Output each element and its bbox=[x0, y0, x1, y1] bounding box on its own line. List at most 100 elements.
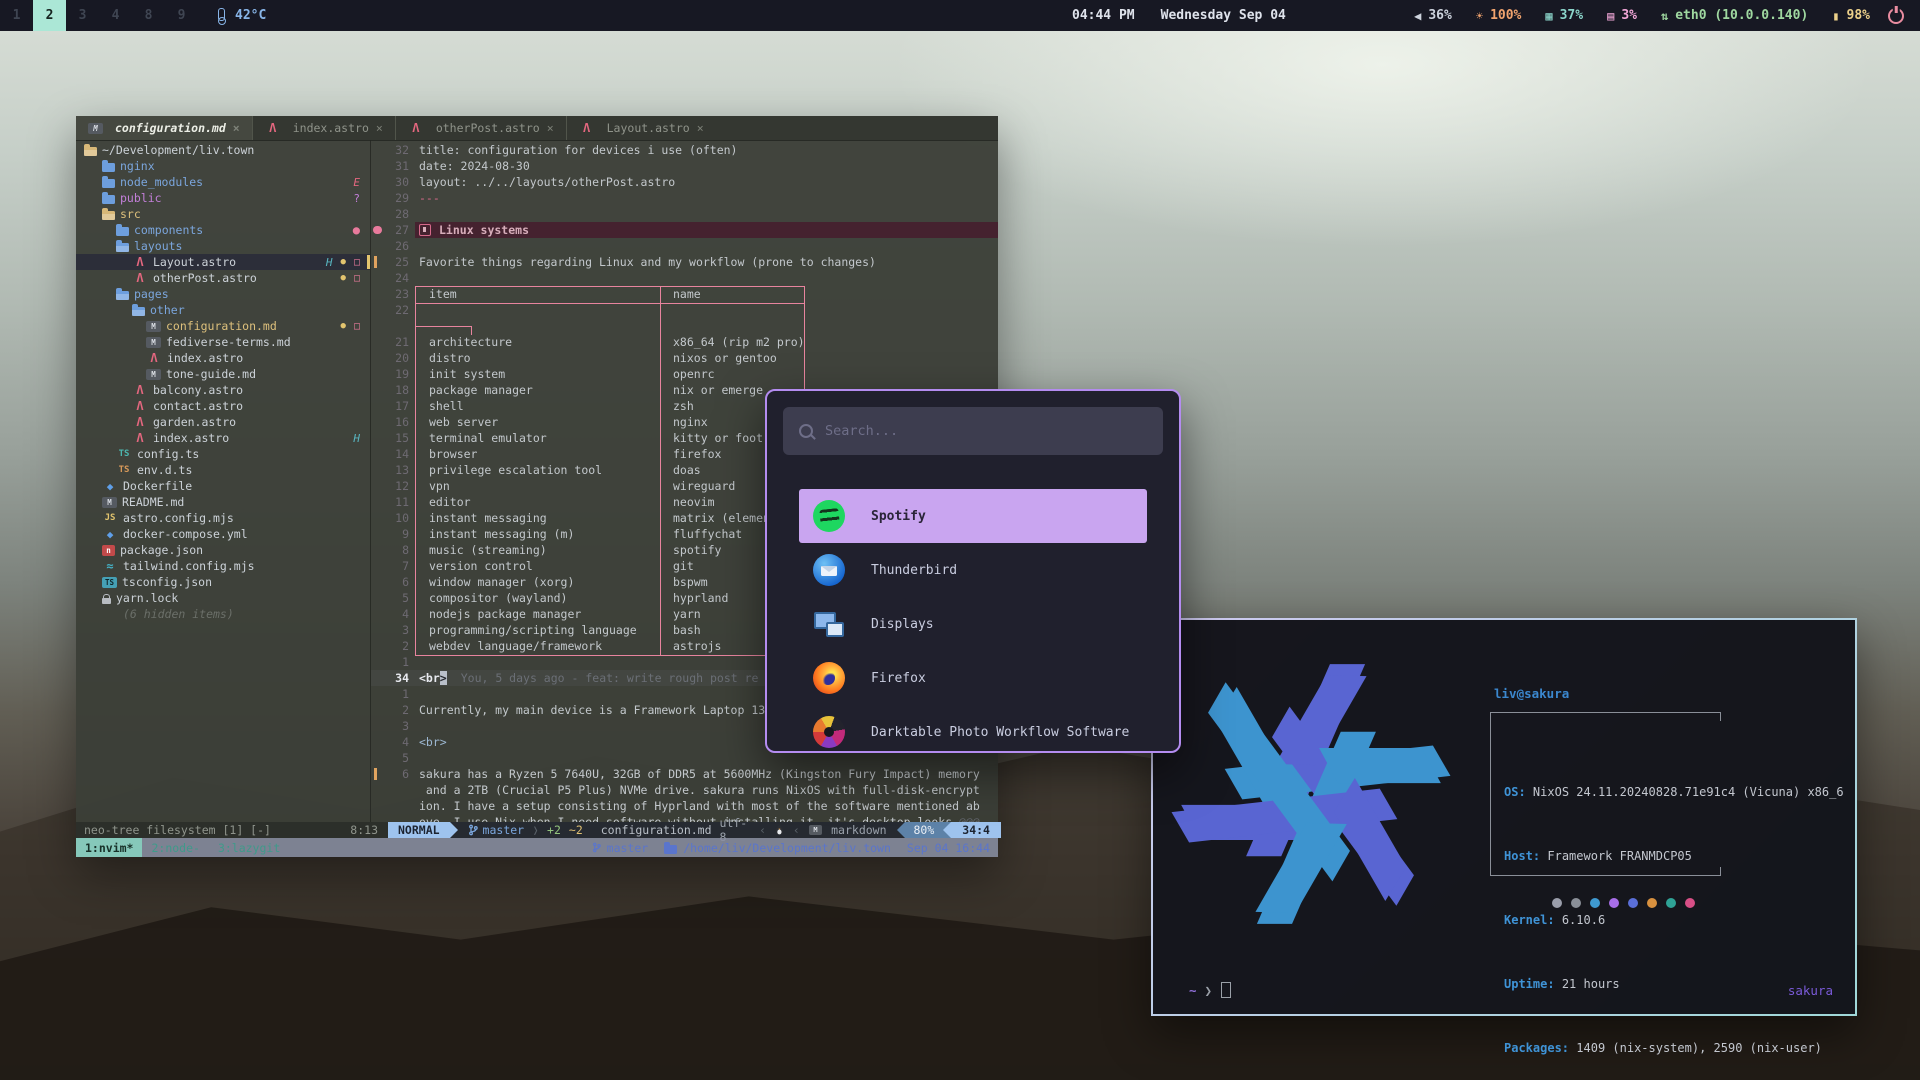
file-tree-item[interactable]: Λ contact.astro bbox=[76, 398, 370, 414]
table-header-row: 23 item name bbox=[371, 286, 998, 302]
close-icon[interactable]: × bbox=[233, 121, 240, 135]
tmux-window-tab[interactable]: 1:nvim* bbox=[76, 838, 142, 857]
file-tree-item[interactable]: node_modules E bbox=[76, 174, 370, 190]
close-icon[interactable]: × bbox=[697, 121, 704, 135]
file-tree-item[interactable]: (6 hidden items) bbox=[76, 606, 370, 622]
line-number: 20 bbox=[371, 351, 409, 365]
launcher-item[interactable]: Spotify bbox=[799, 489, 1147, 543]
tmux-window-tab[interactable]: 3:lazygit bbox=[209, 838, 289, 857]
line-number: 4 bbox=[371, 607, 409, 621]
file-badges: H bbox=[353, 432, 370, 445]
module-value: 98% bbox=[1847, 8, 1870, 23]
modified-dot-icon: ● bbox=[341, 273, 346, 283]
vim-mode-indicator: NORMAL bbox=[388, 822, 450, 838]
filetype-icon: Λ bbox=[408, 121, 424, 135]
file-tree-item[interactable]: n package.json bbox=[76, 542, 370, 558]
workspace-button[interactable]: 8 bbox=[132, 0, 165, 31]
temperature-module: 42°C bbox=[218, 8, 266, 23]
scroll-percent: 80% bbox=[905, 822, 944, 838]
line-number: 21 bbox=[371, 335, 409, 349]
buffer-tab[interactable]: Λ otherPost.astro × bbox=[395, 116, 566, 140]
file-tree-item[interactable]: nginx bbox=[76, 158, 370, 174]
file-tree-item[interactable]: components ● bbox=[76, 222, 370, 238]
file-icon: ≈ bbox=[102, 559, 118, 573]
file-tree-item[interactable]: M README.md bbox=[76, 494, 370, 510]
power-icon[interactable] bbox=[1888, 8, 1904, 24]
workspace-button[interactable]: 9 bbox=[165, 0, 198, 31]
file-tree-item[interactable]: M tone-guide.md bbox=[76, 366, 370, 382]
file-icon: M bbox=[146, 369, 161, 380]
file-tree-item[interactable]: TS tsconfig.json bbox=[76, 574, 370, 590]
launcher-item[interactable]: Darktable Photo Workflow Software bbox=[799, 705, 1147, 753]
close-icon[interactable]: × bbox=[376, 121, 383, 135]
file-tree-item[interactable]: yarn.lock bbox=[76, 590, 370, 606]
palette-dot bbox=[1552, 898, 1562, 908]
editor-line: 28 bbox=[371, 206, 998, 222]
file-tree-item[interactable]: Λ garden.astro bbox=[76, 414, 370, 430]
file-name: tsconfig.json bbox=[122, 575, 212, 589]
file-tree-item[interactable]: other bbox=[76, 302, 370, 318]
markdown-heading-line: 27 Linux systems bbox=[371, 222, 998, 238]
launcher-item[interactable]: Thunderbird bbox=[799, 543, 1147, 597]
file-tree-item[interactable]: src bbox=[76, 206, 370, 222]
file-tree-item[interactable]: public ? bbox=[76, 190, 370, 206]
app-launcher: Search... Spotify Thunderbird Displays bbox=[765, 389, 1181, 753]
info-value: 21 hours bbox=[1562, 977, 1620, 991]
close-icon[interactable]: × bbox=[547, 121, 554, 135]
file-tree-item[interactable]: M fediverse-terms.md bbox=[76, 334, 370, 350]
file-badges: ? bbox=[353, 192, 370, 205]
launcher-item[interactable]: Displays bbox=[799, 597, 1147, 651]
file-tree-item[interactable]: Λ Layout.astro H ● □ bbox=[76, 254, 370, 270]
module-icon: ▦ bbox=[1545, 9, 1552, 23]
table-row: 21 architecture x86_64 (rip m2 pro) bbox=[371, 334, 998, 350]
buffer-tab-label: Layout.astro bbox=[607, 121, 690, 135]
file-icon bbox=[116, 243, 129, 252]
file-tree-item[interactable]: Λ balcony.astro bbox=[76, 382, 370, 398]
launcher-search-field[interactable]: Search... bbox=[783, 407, 1163, 455]
workspace-button[interactable]: 1 bbox=[0, 0, 33, 31]
table-cell-name: firefox bbox=[673, 447, 721, 461]
file-icon: M bbox=[146, 321, 161, 332]
clock-module: 04:44 PM Wednesday Sep 04 bbox=[1072, 8, 1286, 23]
file-tree-item[interactable]: layouts bbox=[76, 238, 370, 254]
file-icon bbox=[84, 147, 97, 156]
file-tree-item[interactable]: TS config.ts bbox=[76, 446, 370, 462]
file-tree-item[interactable]: ≈ tailwind.config.mjs bbox=[76, 558, 370, 574]
table-cell-name: openrc bbox=[673, 367, 715, 381]
file-icon bbox=[102, 163, 115, 172]
file-tree-item[interactable]: Λ otherPost.astro ● □ bbox=[76, 270, 370, 286]
buffer-tab[interactable]: Λ index.astro × bbox=[252, 116, 395, 140]
file-tree-item[interactable]: ◆ docker-compose.yml bbox=[76, 526, 370, 542]
module-icon: ☀ bbox=[1476, 9, 1483, 23]
file-tree-item[interactable]: TS env.d.ts bbox=[76, 462, 370, 478]
launcher-item[interactable]: Firefox bbox=[799, 651, 1147, 705]
workspace-button[interactable]: 4 bbox=[99, 0, 132, 31]
fetch-info-line: Kernel: 6.10.6 bbox=[1504, 912, 1844, 928]
buffer-tab[interactable]: Λ Layout.astro × bbox=[566, 116, 716, 140]
file-name: public bbox=[120, 191, 162, 205]
file-tree-item[interactable]: M configuration.md ● □ bbox=[76, 318, 370, 334]
info-label: Kernel bbox=[1504, 913, 1547, 927]
editor-line: and a 2TB (Crucial P5 Plus) NVMe drive. … bbox=[371, 782, 998, 798]
tmux-window-tab[interactable]: 2:node- bbox=[142, 838, 208, 857]
file-badges: ● bbox=[353, 223, 370, 237]
thermometer-icon bbox=[218, 8, 225, 21]
unstaged-square-icon: □ bbox=[354, 321, 360, 332]
workspace-button[interactable]: 2 bbox=[33, 0, 66, 31]
file-icon: TS bbox=[116, 449, 132, 459]
file-tree-item[interactable]: ~/Development/liv.town bbox=[76, 142, 370, 158]
fetch-user-host: liv@sakura bbox=[1494, 686, 1569, 701]
app-icon bbox=[813, 500, 845, 532]
table-cell-item: browser bbox=[429, 447, 477, 461]
file-tree-item[interactable]: ◆ Dockerfile bbox=[76, 478, 370, 494]
file-tree-item[interactable]: Λ index.astro bbox=[76, 350, 370, 366]
workspace-button[interactable]: 3 bbox=[66, 0, 99, 31]
info-value: Framework FRANMDCP05 bbox=[1547, 849, 1692, 863]
file-tree-item[interactable]: Λ index.astro H bbox=[76, 430, 370, 446]
file-tree-item[interactable]: pages bbox=[76, 286, 370, 302]
file-tree-item[interactable]: JS astro.config.mjs bbox=[76, 510, 370, 526]
shell-prompt[interactable]: ~ ❯ bbox=[1189, 982, 1231, 998]
file-icon bbox=[132, 307, 145, 316]
buffer-tab[interactable]: M configuration.md × bbox=[76, 116, 252, 140]
info-label: Packages bbox=[1504, 1041, 1562, 1055]
